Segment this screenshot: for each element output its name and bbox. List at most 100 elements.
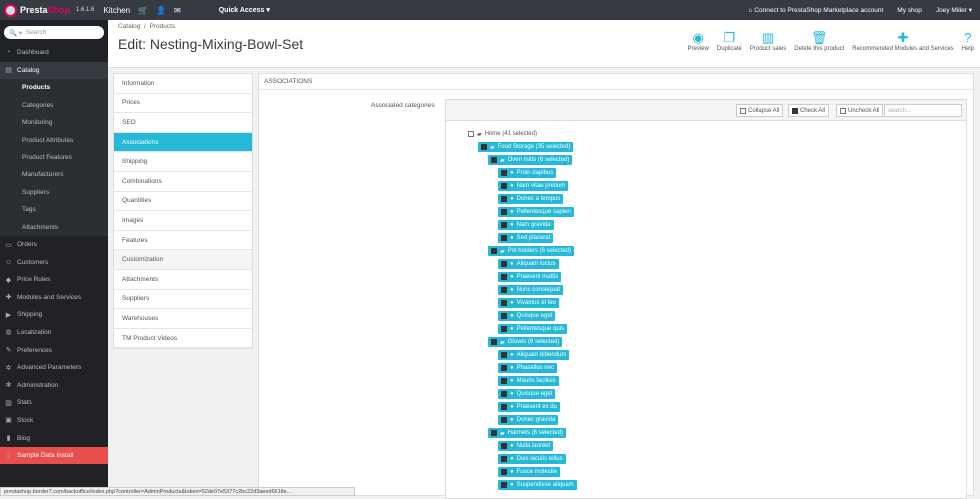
- tree-checkbox[interactable]: [501, 313, 507, 319]
- tree-checkbox[interactable]: [501, 404, 507, 410]
- tree-node-chip[interactable]: ●Vivamus et leo: [498, 298, 559, 308]
- cart-icon[interactable]: 🛒: [138, 6, 148, 15]
- tree-checkbox[interactable]: [501, 287, 507, 293]
- tree-checkbox[interactable]: [501, 365, 507, 371]
- tree-checkbox[interactable]: [501, 456, 507, 462]
- sidebar-item-dashboard[interactable]: ◔Dashboard: [0, 44, 108, 62]
- tree-node-chip[interactable]: ▰Home (41 selected): [468, 131, 537, 138]
- tree-checkbox[interactable]: [491, 248, 497, 254]
- sidebar-item-stock[interactable]: ▣Stock: [0, 412, 108, 430]
- tree-node[interactable]: ●Praesent ex du: [498, 402, 560, 412]
- tree-node-chip[interactable]: ▰Oven mitts (6 selected): [488, 155, 572, 165]
- sidebar-item-stats[interactable]: ▥Stats: [0, 394, 108, 412]
- tab-customization[interactable]: Customization: [114, 250, 252, 270]
- marketplace-link[interactable]: ⌂ Connect to PrestaShop Marketplace acco…: [749, 7, 884, 14]
- tree-node-chip[interactable]: ▰Food Storage (35 selected): [478, 142, 573, 152]
- sidebar-item-customers[interactable]: ☺Customers: [0, 253, 108, 271]
- tree-node-chip[interactable]: ●Nam gravida: [498, 220, 554, 230]
- sidebar-item-blog[interactable]: ▮Blog: [0, 429, 108, 447]
- sidebar-subitem-product-features[interactable]: Product Features: [0, 149, 108, 166]
- tree-checkbox[interactable]: [501, 482, 507, 488]
- sidebar-item-administration[interactable]: ✻Administration: [0, 376, 108, 394]
- tree-node[interactable]: ●Vivamus et leo: [498, 298, 559, 308]
- tab-associations[interactable]: Associations: [114, 133, 252, 153]
- breadcrumb-catalog[interactable]: Catalog: [118, 23, 140, 30]
- tree-node[interactable]: ●Quisque eget: [498, 311, 555, 321]
- tree-node[interactable]: ●Pellentesque quis: [498, 324, 567, 334]
- toolbar-button-recommended-modules-and-services[interactable]: ✚Recommended Modules and Services: [852, 30, 953, 52]
- tree-node-chip[interactable]: ●Donec gravida: [498, 415, 558, 425]
- tree-node[interactable]: ●Pellentesque sapien: [498, 207, 574, 217]
- sidebar-subitem-products[interactable]: Products: [0, 79, 108, 96]
- tab-tm-product-videos[interactable]: TM Product Videos: [114, 329, 252, 349]
- tree-checkbox[interactable]: [501, 326, 507, 332]
- sidebar-item-advanced-parameters[interactable]: ✲Advanced Parameters: [0, 359, 108, 377]
- sidebar-item-modules-and-services[interactable]: ✚Modules and Services: [0, 288, 108, 306]
- tree-node-chip[interactable]: ●Proin dapibus: [498, 168, 556, 178]
- tree-node[interactable]: ●Phasellus nec: [498, 363, 557, 373]
- tree-checkbox[interactable]: [501, 274, 507, 280]
- tree-checkbox[interactable]: [481, 144, 487, 150]
- tree-node-chip[interactable]: ●Nunc consequat: [498, 285, 563, 295]
- tab-warehouses[interactable]: Warehouses: [114, 309, 252, 329]
- tree-node[interactable]: ●Nulla laoreet: [498, 441, 553, 451]
- tree-checkbox[interactable]: [501, 300, 507, 306]
- tree-node[interactable]: ●Mauris facilisis: [498, 376, 559, 386]
- tab-prices[interactable]: Prices: [114, 94, 252, 114]
- sidebar-subitem-monitoring[interactable]: Monitoring: [0, 114, 108, 131]
- sidebar-item-localization[interactable]: ◍Localization: [0, 324, 108, 342]
- tree-node-chip[interactable]: ●Nulla laoreet: [498, 441, 553, 451]
- tree-checkbox[interactable]: [501, 469, 507, 475]
- tab-seo[interactable]: SEO: [114, 113, 252, 133]
- user-icon[interactable]: 👤: [156, 6, 166, 15]
- tree-checkbox[interactable]: [501, 170, 507, 176]
- tree-node-chip[interactable]: ▰Pot holders (6 selected): [488, 246, 574, 256]
- tree-node[interactable]: ●Nam gravida: [498, 220, 554, 230]
- tree-checkbox[interactable]: [501, 378, 507, 384]
- tab-attachments[interactable]: Attachments: [114, 270, 252, 290]
- tree-node-chip[interactable]: ▰Gloves (6 selected): [488, 337, 562, 347]
- tree-node-chip[interactable]: ●Quisque eget: [498, 389, 555, 399]
- tree-node-chip[interactable]: ●Pellentesque sapien: [498, 207, 574, 217]
- quick-access-dropdown[interactable]: Quick Access ▾: [219, 6, 270, 14]
- tree-checkbox[interactable]: [501, 196, 507, 202]
- tree-checkbox[interactable]: [501, 417, 507, 423]
- sidebar-item-price-rules[interactable]: ◆Price Rules: [0, 271, 108, 289]
- breadcrumb-products[interactable]: Products: [149, 23, 175, 30]
- tree-node[interactable]: ●Aliquam luctus: [498, 259, 559, 269]
- tree-node-chip[interactable]: ●Pellentesque quis: [498, 324, 567, 334]
- sidebar-subitem-product-attributes[interactable]: Product Attributes: [0, 131, 108, 148]
- tree-node[interactable]: ●Fusce molestie: [498, 467, 560, 477]
- tree-node[interactable]: ●Nam vitae pretium: [498, 181, 568, 191]
- sidebar-item-shipping[interactable]: ▶Shipping: [0, 306, 108, 324]
- tree-node-chip[interactable]: ●Fusce molestie: [498, 467, 560, 477]
- tree-node[interactable]: ▰Food Storage (35 selected): [478, 142, 573, 152]
- tree-checkbox[interactable]: [491, 157, 497, 163]
- tree-node-chip[interactable]: ●Mauris facilisis: [498, 376, 559, 386]
- sidebar-item-preferences[interactable]: ✎Preferences: [0, 341, 108, 359]
- tab-quantities[interactable]: Quantities: [114, 192, 252, 212]
- tree-node-chip[interactable]: ●Duis iaculis tellus: [498, 454, 566, 464]
- tree-node-chip[interactable]: ●Aliquam luctus: [498, 259, 559, 269]
- tree-node-chip[interactable]: ●Praesent mattis: [498, 272, 561, 282]
- tree-node-chip[interactable]: ●Nam vitae pretium: [498, 181, 568, 191]
- tab-combinations[interactable]: Combinations: [114, 172, 252, 192]
- tree-checkbox[interactable]: [501, 352, 507, 358]
- tree-node[interactable]: ●Praesent mattis: [498, 272, 561, 282]
- toolbar-button-duplicate[interactable]: ❐Duplicate: [717, 30, 742, 52]
- tree-node[interactable]: ▰Home (41 selected): [468, 129, 537, 139]
- check-all-button[interactable]: Check All: [788, 104, 829, 117]
- collapse-all-button[interactable]: Collapse All: [736, 104, 783, 117]
- tab-images[interactable]: Images: [114, 211, 252, 231]
- sidebar-item-orders[interactable]: ▭Orders: [0, 236, 108, 254]
- sidebar-item-catalog[interactable]: ▤Catalog: [0, 62, 108, 80]
- toolbar-button-help[interactable]: ?Help: [962, 30, 974, 52]
- tree-checkbox[interactable]: [501, 209, 507, 215]
- envelope-icon[interactable]: ✉: [174, 6, 181, 15]
- tree-checkbox[interactable]: [501, 235, 507, 241]
- toolbar-button-delete-this-product[interactable]: 🗑Delete this product: [794, 30, 844, 52]
- shop-name-link[interactable]: Kitchen: [103, 6, 130, 15]
- tree-checkbox[interactable]: [501, 222, 507, 228]
- tree-node[interactable]: ●Sed placerat: [498, 233, 553, 243]
- sidebar-search[interactable]: 🔍 ▾ Search: [4, 26, 104, 39]
